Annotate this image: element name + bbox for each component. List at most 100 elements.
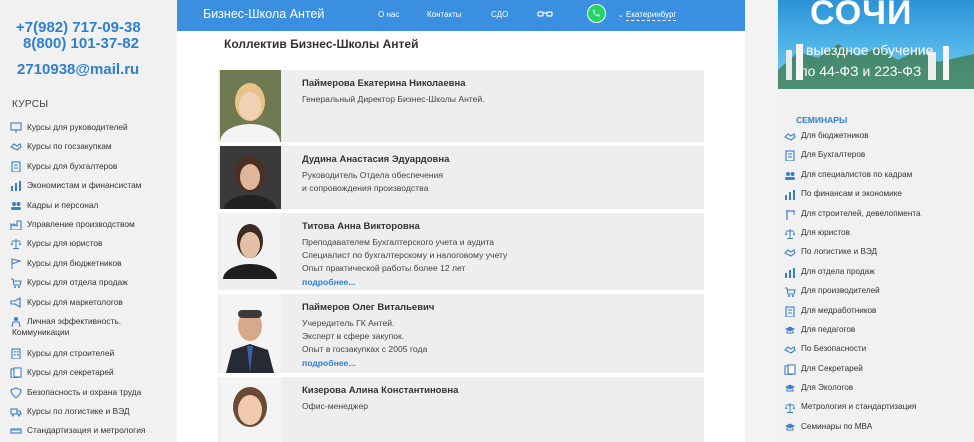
chart-icon (784, 267, 796, 278)
scales-icon (784, 402, 796, 414)
staff-card: Паймерова Екатерина Николаевна Генеральн… (218, 70, 704, 142)
staff-description: Руководитель Отдела обеспечения (302, 170, 444, 180)
course-item-label: Стандартизация и метрология (27, 425, 146, 436)
staff-name[interactable]: Паймерова Екатерина Николаевна (302, 78, 698, 89)
phone-2[interactable]: 8(800) 101-37-82 (23, 35, 139, 52)
staff-card: Титова Анна Викторовна Преподавателем Бу… (218, 213, 704, 290)
course-item[interactable]: Курсы по логистике и ВЭД (10, 406, 175, 425)
seminars-heading: СЕМИНАРЫ (796, 115, 848, 125)
seminar-item[interactable]: Семинары по МВА (784, 422, 972, 441)
seminar-item[interactable]: По Безопасности (784, 344, 972, 363)
chevron-down-icon: ⌄ (618, 12, 624, 19)
seminar-item[interactable]: Для медработников (784, 306, 972, 325)
course-item[interactable]: Управление производством (10, 219, 175, 238)
accessibility-glasses-icon[interactable] (537, 7, 553, 25)
course-item-label: Личная эффективность. Коммуникации (12, 316, 121, 338)
seminar-item[interactable]: Для юристов (784, 228, 972, 247)
phone-1[interactable]: +7(982) 717-09-38 (16, 19, 141, 36)
handshake-icon (10, 141, 22, 152)
course-item-label: Курсы для маркетологов (27, 296, 123, 307)
factory-icon (10, 219, 22, 230)
course-item-label: Безопасность и охрана труда (27, 386, 142, 397)
person-icon (10, 316, 22, 327)
course-item[interactable]: Личная эффективность. Коммуникации (10, 316, 175, 348)
nav-about[interactable]: О нас (378, 10, 399, 19)
people-icon (10, 200, 22, 211)
course-item[interactable]: Курсы для руководителей (10, 122, 175, 141)
course-item-label: Экономистам и финансистам (27, 180, 142, 191)
ruler-icon (10, 425, 22, 436)
staff-name[interactable]: Кизерова Алина Константиновна (302, 385, 698, 396)
course-item[interactable]: Курсы для маркетологов (10, 297, 175, 316)
course-item[interactable]: Безопасность и охрана труда (10, 387, 175, 406)
course-item[interactable]: Курсы для бюджетников (10, 258, 175, 277)
seminar-item-label: Для Секретарей (801, 363, 863, 373)
graduation-icon (784, 325, 796, 336)
course-item-label: Курсы для бухгалтеров (27, 160, 118, 171)
chart-icon (10, 180, 22, 192)
chart-icon (784, 189, 796, 201)
top-navbar: Бизнес-Школа Антей О нас Контакты СДО ⌄ … (177, 0, 745, 31)
staff-photo (220, 146, 281, 209)
course-item-label-line: Коммуникации (12, 326, 70, 337)
course-item[interactable]: Экономистам и финансистам (10, 180, 175, 199)
course-item[interactable]: Курсы для отдела продаж (10, 277, 175, 296)
seminar-item-label: Для бюджетников (801, 131, 869, 140)
ledger-icon (10, 161, 22, 172)
nav-sdo[interactable]: СДО (491, 10, 508, 19)
nav-contacts[interactable]: Контакты (427, 10, 462, 19)
seminar-item[interactable]: Для строителей, девелопмента (784, 209, 972, 228)
course-item[interactable]: Курсы для юристов (10, 238, 175, 257)
graduation-icon (784, 422, 796, 433)
more-link[interactable]: подробнее... (302, 276, 698, 289)
seminar-item[interactable]: По финансам и экономике (784, 189, 972, 208)
whatsapp-icon[interactable] (587, 4, 606, 23)
seminar-item-label: Для строителей, девелопмента (801, 208, 921, 218)
staff-name[interactable]: Паймеров Олег Витальевич (302, 302, 698, 313)
staff-photo (220, 213, 281, 279)
course-item[interactable]: Курсы для строителей (10, 348, 175, 367)
seminar-item[interactable]: Для отдела продаж (784, 267, 972, 286)
staff-name[interactable]: Дудина Анастасия Эдуардовна (302, 154, 698, 165)
city-selector[interactable]: Екатеринбург (626, 10, 677, 21)
seminar-item[interactable]: Для Экологов (784, 383, 972, 402)
staff-photo (220, 70, 281, 142)
seminar-item[interactable]: Для бюджетников (784, 131, 972, 150)
seminar-item[interactable]: По логистике и ВЭД (784, 247, 972, 266)
seminar-item-label: Для Бухгалтеров (801, 150, 866, 160)
seminar-item-label: Для медработников (801, 305, 877, 315)
building-icon (10, 348, 22, 359)
seminar-item[interactable]: Для специалистов по кадрам (784, 170, 972, 189)
courses-heading: КУРСЫ (12, 99, 49, 110)
course-item[interactable]: Стандартизация и метрология (10, 425, 175, 442)
course-item-label: Курсы для юристов (27, 238, 103, 249)
course-item[interactable]: Курсы для секретарей (10, 367, 175, 386)
staff-description: Учередитель ГК Антей. (302, 318, 395, 328)
courses-list: Курсы для руководителей Курсы по госзакуп… (10, 122, 175, 442)
staff-description: Опыт в госзакупках с 2005 года (302, 344, 428, 355)
sochi-banner[interactable]: СОЧИ выездное обучение по 44-ФЗ и 223-ФЗ (778, 0, 974, 89)
seminar-item[interactable]: Метрология и стандартизация (784, 402, 972, 421)
cart-icon (10, 277, 22, 289)
staff-description: и сопровождения производства (302, 183, 429, 194)
course-item[interactable]: Кадры и персонал (10, 200, 175, 219)
seminar-item-label: Для юристов (801, 227, 850, 237)
brand-title[interactable]: Бизнес-Школа Антей (203, 7, 324, 21)
seminar-item-label: По логистике и ВЭД (801, 247, 878, 257)
staff-photo (220, 377, 281, 442)
staff-description: Офис-менеджер (302, 401, 369, 411)
seminar-item-label: Для педагогов (801, 324, 856, 334)
seminar-item[interactable]: Для производителей (784, 286, 972, 305)
seminar-item[interactable]: Для Секретарей (784, 364, 972, 383)
seminar-item[interactable]: Для педагогов (784, 325, 972, 344)
scales-icon (784, 228, 796, 239)
email-link[interactable]: 2710938@mail.ru (17, 61, 139, 78)
course-item[interactable]: Курсы для бухгалтеров (10, 161, 175, 180)
staff-name[interactable]: Титова Анна Викторовна (302, 221, 698, 232)
seminar-item-label: Для производителей (801, 286, 880, 296)
seminar-item[interactable]: Для Бухгалтеров (784, 150, 972, 169)
more-link[interactable]: подробнее... (302, 357, 698, 370)
course-item-label: Курсы для бюджетников (27, 257, 122, 268)
seminar-item-label: По финансам и экономике (801, 189, 902, 199)
course-item[interactable]: Курсы по госзакупкам (10, 141, 175, 160)
